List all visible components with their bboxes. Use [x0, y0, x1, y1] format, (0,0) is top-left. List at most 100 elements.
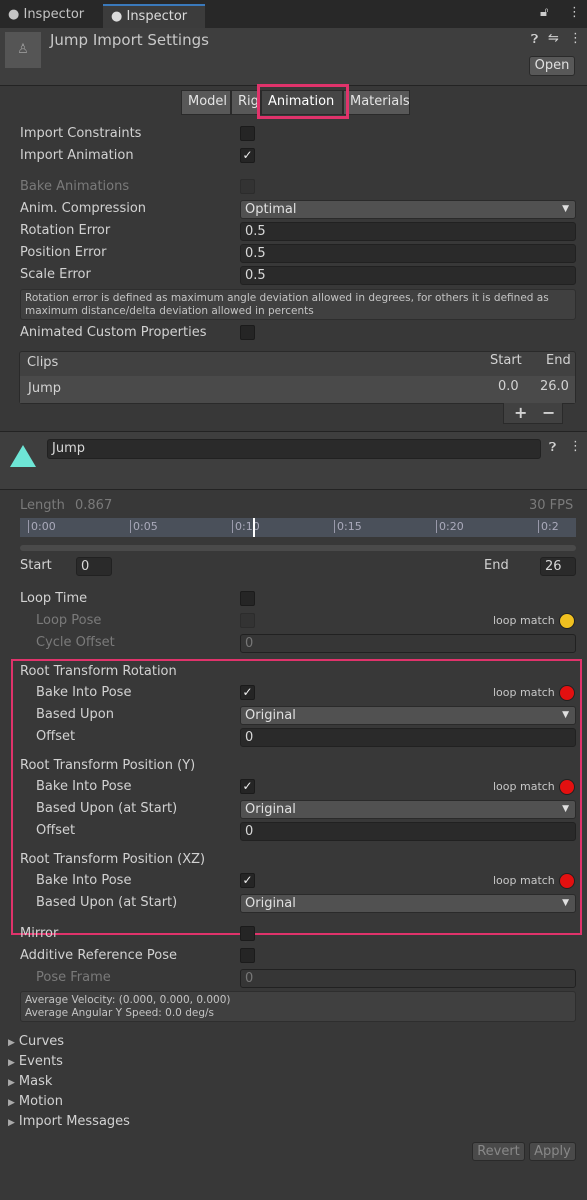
open-button[interactable]: Open — [529, 56, 575, 76]
anim-compression-dropdown[interactable]: Optimal ▼ — [240, 200, 576, 219]
presets-icon[interactable]: ⇋ — [548, 31, 559, 46]
foldout-events[interactable]: ▶ Events — [8, 1052, 63, 1072]
root-transform-position-y-label: Root Transform Position (Y) — [20, 758, 196, 773]
root-transform-rotation-label: Root Transform Rotation — [20, 664, 177, 679]
timeline-tick-label: 0:10 — [232, 520, 260, 533]
tab-label: Inspector — [126, 9, 188, 24]
tab-materials[interactable]: Materials — [343, 90, 410, 115]
length-value: 0.867 — [75, 498, 113, 513]
lock-icon[interactable]: 🔓︎ — [540, 5, 548, 20]
based-upon-at-start-dropdown[interactable]: Original ▼ — [240, 894, 576, 913]
loop-time-checkbox[interactable] — [240, 591, 255, 606]
import-constraints-label: Import Constraints — [20, 126, 142, 141]
loop-match-indicator-icon — [559, 873, 575, 889]
start-label: Start — [20, 558, 52, 573]
tab-inspector-1[interactable]: ● Inspector — [0, 4, 92, 28]
bake-into-pose-label: Bake Into Pose — [36, 873, 132, 888]
foldout-label: Motion — [18, 1094, 63, 1109]
animation-clip-icon — [10, 445, 36, 467]
bake-into-pose-checkbox[interactable]: ✓ — [240, 873, 255, 888]
additive-reference-pose-checkbox[interactable] — [240, 948, 255, 963]
clip-buttons: + − — [503, 403, 563, 424]
info-icon: ● — [8, 7, 20, 22]
offset-input[interactable]: 0 — [240, 728, 576, 747]
start-header: Start — [490, 353, 522, 368]
more-icon[interactable]: ⋮ — [569, 439, 582, 454]
start-frame-input[interactable]: 0 — [76, 557, 112, 576]
end-frame-input[interactable]: 26 — [540, 557, 576, 576]
more-icon[interactable]: ⋮ — [569, 31, 582, 46]
playhead[interactable] — [253, 518, 255, 537]
foldout-arrow-icon: ▶ — [8, 1038, 15, 1048]
tab-inspector-2[interactable]: ● Inspector — [103, 4, 205, 28]
offset-label: Offset — [36, 823, 76, 838]
timeline-tick-label: 0:00 — [28, 520, 56, 533]
foldout-arrow-icon: ▶ — [8, 1098, 15, 1108]
based-upon-at-start-dropdown[interactable]: Original ▼ — [240, 800, 576, 819]
foldout-label: Curves — [18, 1034, 65, 1049]
rotation-error-input[interactable]: 0.5 — [240, 222, 576, 241]
table-row[interactable]: Jump 0.0 26.0 — [20, 376, 575, 403]
bake-into-pose-label: Bake Into Pose — [36, 779, 132, 794]
based-upon-label: Based Upon — [36, 707, 114, 722]
timeline-scrollbar[interactable] — [20, 545, 576, 551]
mirror-label: Mirror — [20, 926, 59, 941]
chevron-down-icon: ▼ — [562, 710, 569, 720]
help-icon[interactable]: ❓︎ — [549, 440, 556, 455]
bake-animations-label: Bake Animations — [20, 179, 130, 194]
offset-label: Offset — [36, 729, 76, 744]
import-animation-checkbox[interactable]: ✓ — [240, 148, 255, 163]
help-icon[interactable]: ❓︎ — [531, 32, 538, 47]
model-thumbnail-icon: ♙ — [5, 32, 41, 68]
bake-animations-checkbox — [240, 179, 255, 194]
dropdown-value: Original — [245, 896, 296, 911]
pose-frame-label: Pose Frame — [36, 970, 111, 985]
position-error-label: Position Error — [20, 245, 107, 260]
foldout-label: Events — [18, 1054, 63, 1069]
scale-error-input[interactable]: 0.5 — [240, 266, 576, 285]
foldout-label: Mask — [18, 1074, 53, 1089]
offset-input[interactable]: 0 — [240, 822, 576, 841]
cycle-offset-input: 0 — [240, 634, 576, 653]
clips-table: Clips Start End Jump 0.0 26.0 — [19, 351, 576, 404]
animated-custom-properties-label: Animated Custom Properties — [20, 325, 207, 340]
foldout-motion[interactable]: ▶ Motion — [8, 1092, 63, 1112]
mirror-checkbox[interactable] — [240, 926, 255, 941]
based-upon-at-start-label: Based Upon (at Start) — [36, 801, 178, 816]
bake-into-pose-checkbox[interactable]: ✓ — [240, 685, 255, 700]
based-upon-dropdown[interactable]: Original ▼ — [240, 706, 576, 725]
bake-into-pose-checkbox[interactable]: ✓ — [240, 779, 255, 794]
chevron-down-icon: ▼ — [562, 804, 569, 814]
more-icon[interactable]: ⋮ — [568, 5, 581, 20]
add-clip-button[interactable]: + — [514, 403, 527, 422]
apply-button[interactable]: Apply — [529, 1142, 576, 1161]
tab-model[interactable]: Model — [181, 90, 231, 115]
animated-custom-properties-checkbox[interactable] — [240, 325, 255, 340]
scale-error-label: Scale Error — [20, 267, 91, 282]
foldout-import-messages[interactable]: ▶ Import Messages — [8, 1112, 130, 1132]
timeline[interactable]: 0:00 0:05 0:10 0:15 0:20 0:2 — [20, 518, 576, 537]
tab-label: Inspector — [23, 7, 85, 22]
highlight-box — [257, 84, 349, 119]
clips-header: Clips — [27, 355, 59, 370]
clip-name-input[interactable]: Jump — [47, 439, 541, 459]
foldout-arrow-icon: ▶ — [8, 1058, 15, 1068]
foldout-curves[interactable]: ▶ Curves — [8, 1032, 64, 1052]
remove-clip-button[interactable]: − — [542, 403, 555, 422]
import-animation-label: Import Animation — [20, 148, 134, 163]
loop-pose-checkbox — [240, 613, 255, 628]
position-error-input[interactable]: 0.5 — [240, 244, 576, 263]
tab-bar: ● Inspector ● Inspector 🔓︎ ⋮ — [0, 0, 587, 28]
average-angular-speed: Average Angular Y Speed: 0.0 deg/s — [25, 1007, 214, 1019]
asset-title: Jump Import Settings — [50, 31, 209, 49]
chevron-down-icon: ▼ — [562, 204, 569, 214]
loop-match-label: loop match — [493, 686, 555, 699]
anim-compression-label: Anim. Compression — [20, 201, 147, 216]
import-constraints-checkbox[interactable] — [240, 126, 255, 141]
foldout-mask[interactable]: ▶ Mask — [8, 1072, 52, 1092]
additive-reference-pose-label: Additive Reference Pose — [20, 948, 178, 963]
foldout-arrow-icon: ▶ — [8, 1118, 15, 1128]
info-icon: ● — [111, 9, 123, 24]
based-upon-at-start-label: Based Upon (at Start) — [36, 895, 178, 910]
revert-button[interactable]: Revert — [472, 1142, 525, 1161]
